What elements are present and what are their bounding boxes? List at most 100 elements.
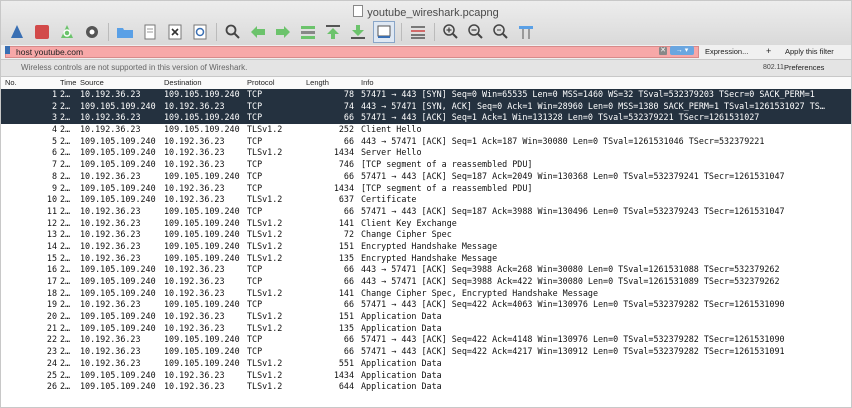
packet-time: 2… xyxy=(60,264,71,275)
packet-length: 72 xyxy=(343,229,354,240)
close-file-icon[interactable] xyxy=(165,22,185,42)
packet-protocol: TLSv1.2 xyxy=(247,357,283,368)
packet-info: 443 → 57471 [ACK] Seq=1 Ack=187 Win=3008… xyxy=(361,135,765,146)
packet-time: 2… xyxy=(60,205,71,216)
packet-length: 637 xyxy=(338,194,354,205)
packet-length: 66 xyxy=(343,135,354,146)
packet-protocol: TCP xyxy=(247,135,263,146)
bookmark-icon[interactable] xyxy=(5,46,10,54)
packet-row[interactable]: 5 2… 109.105.109.240 10.192.36.23 TCP 66 443 →… xyxy=(1,136,851,148)
packet-protocol: TCP xyxy=(247,264,263,275)
packet-row[interactable]: 14 2… 10.192.36.23 109.105.109.240 TLSv1.2 15… xyxy=(1,241,851,253)
packet-row[interactable]: 19 2… 10.192.36.23 109.105.109.240 TCP 66 5747… xyxy=(1,299,851,311)
packet-row[interactable]: 15 2… 10.192.36.23 109.105.109.240 TLSv1.2 13… xyxy=(1,253,851,265)
resize-columns-icon[interactable] xyxy=(516,22,536,42)
packet-row[interactable]: 4 2… 10.192.36.23 109.105.109.240 TLSv1.2 252… xyxy=(1,124,851,136)
packet-row[interactable]: 12 2… 10.192.36.23 109.105.109.240 TLSv1.2 14… xyxy=(1,218,851,230)
stop-icon[interactable] xyxy=(32,22,52,42)
packet-protocol: TLSv1.2 xyxy=(247,124,283,135)
packet-row[interactable]: 11 2… 10.192.36.23 109.105.109.240 TCP 66 5747… xyxy=(1,206,851,218)
packet-time: 2… xyxy=(60,170,71,181)
zoom-reset-icon[interactable] xyxy=(491,22,511,42)
packet-row[interactable]: 6 2… 109.105.109.240 10.192.36.23 TLSv1.2 143… xyxy=(1,147,851,159)
add-filter-button[interactable]: + xyxy=(766,45,771,58)
apply-arrow-icon[interactable]: → ▾ xyxy=(670,46,694,55)
packet-row[interactable]: 1 2… 10.192.36.23 109.105.109.240 TCP 78 57471… xyxy=(1,89,851,101)
column-header-source[interactable]: Source xyxy=(80,77,104,89)
packet-info: Encrypted Handshake Message xyxy=(361,252,498,263)
column-header-destination[interactable]: Destination xyxy=(164,77,202,89)
column-header-length[interactable]: Length xyxy=(306,77,329,89)
packet-row[interactable]: 18 2… 109.105.109.240 10.192.36.23 TLSv1.2 14… xyxy=(1,288,851,300)
packet-source: 109.105.109.240 xyxy=(80,100,156,111)
packet-destination: 109.105.109.240 xyxy=(164,357,240,368)
packet-length: 551 xyxy=(338,357,354,368)
packet-row[interactable]: 2 2… 109.105.109.240 10.192.36.23 TCP 74 443 →… xyxy=(1,100,851,113)
packet-row[interactable]: 23 2… 10.192.36.23 109.105.109.240 TCP 66 5747… xyxy=(1,346,851,358)
main-toolbar xyxy=(7,20,541,44)
packet-info: [TCP segment of a reassembled PDU] xyxy=(361,159,533,170)
packet-length: 141 xyxy=(338,217,354,228)
packet-row[interactable]: 17 2… 109.105.109.240 10.192.36.23 TCP 66 443 … xyxy=(1,276,851,288)
packet-row[interactable]: 21 2… 109.105.109.240 10.192.36.23 TLSv1.2 13… xyxy=(1,323,851,335)
search-icon[interactable] xyxy=(223,22,243,42)
packet-row[interactable]: 13 2… 10.192.36.23 109.105.109.240 TLSv1.2 72… xyxy=(1,229,851,241)
shark-fin-start-icon[interactable] xyxy=(7,22,27,42)
back-arrow-icon[interactable] xyxy=(248,22,268,42)
zoom-out-icon[interactable] xyxy=(466,22,486,42)
packet-row[interactable]: 9 2… 109.105.109.240 10.192.36.23 TCP 1434 [TC… xyxy=(1,183,851,195)
clear-filter-icon[interactable]: ✕ xyxy=(659,47,667,55)
packet-row[interactable]: 8 2… 10.192.36.23 109.105.109.240 TCP 66 57471… xyxy=(1,171,851,183)
autoscroll-icon[interactable] xyxy=(373,21,395,43)
display-filter-input[interactable]: host youtube.com xyxy=(5,46,699,58)
file-icon[interactable] xyxy=(140,22,160,42)
column-header-protocol[interactable]: Protocol xyxy=(247,77,275,89)
packet-protocol: TLSv1.2 xyxy=(247,229,283,240)
packet-no: 22 xyxy=(46,334,57,345)
expression-button[interactable]: Expression... xyxy=(705,45,748,58)
packet-time: 2… xyxy=(60,252,71,263)
packet-row[interactable]: 20 2… 109.105.109.240 10.192.36.23 TLSv1.2 15… xyxy=(1,311,851,323)
packet-row[interactable]: 25 2… 109.105.109.240 10.192.36.23 TLSv1.2 14… xyxy=(1,370,851,382)
packet-row[interactable]: 3 2… 10.192.36.23 109.105.109.240 TCP 66 57471… xyxy=(1,112,851,125)
packet-time: 2… xyxy=(60,299,71,310)
restart-icon[interactable] xyxy=(57,22,77,42)
packet-source: 10.192.36.23 xyxy=(80,170,141,181)
go-to-packet-icon[interactable] xyxy=(298,22,318,42)
zoom-in-icon[interactable] xyxy=(441,22,461,42)
packet-no: 14 xyxy=(46,240,57,251)
column-header-info[interactable]: Info xyxy=(361,77,374,89)
packet-row[interactable]: 22 2… 10.192.36.23 109.105.109.240 TCP 66 5747… xyxy=(1,334,851,346)
column-header-time[interactable]: Time xyxy=(60,77,76,89)
packet-row[interactable]: 7 2… 109.105.109.240 10.192.36.23 TCP 746 [TCP… xyxy=(1,159,851,171)
packet-length: 1434 xyxy=(333,369,354,380)
forward-arrow-icon[interactable] xyxy=(273,22,293,42)
packet-row[interactable]: 10 2… 109.105.109.240 10.192.36.23 TLSv1.2 63… xyxy=(1,194,851,206)
column-header-no[interactable]: No. xyxy=(5,77,17,89)
packet-length: 141 xyxy=(338,287,354,298)
packet-protocol: TCP xyxy=(247,346,263,357)
packet-row[interactable]: 24 2… 10.192.36.23 109.105.109.240 TLSv1.2 55… xyxy=(1,358,851,370)
packet-source: 10.192.36.23 xyxy=(80,217,141,228)
folder-open-icon[interactable] xyxy=(115,22,135,42)
colorize-icon[interactable] xyxy=(408,22,428,42)
packet-no: 20 xyxy=(46,311,57,322)
packet-row[interactable]: 26 2… 109.105.109.240 10.192.36.23 TLSv1.2 64… xyxy=(1,381,851,393)
gear-options-icon[interactable] xyxy=(82,22,102,42)
packet-source: 109.105.109.240 xyxy=(80,135,156,146)
wireless-preferences-button[interactable]: Preferences xyxy=(784,60,824,76)
packet-length: 66 xyxy=(343,264,354,275)
packet-destination: 109.105.109.240 xyxy=(164,217,240,228)
reload-icon[interactable] xyxy=(190,22,210,42)
apply-filter-button[interactable]: Apply this filter xyxy=(785,45,834,58)
first-packet-icon[interactable] xyxy=(323,22,343,42)
packet-info: Client Key Exchange xyxy=(361,217,457,228)
packet-source: 109.105.109.240 xyxy=(80,276,156,286)
packet-row[interactable]: 16 2… 109.105.109.240 10.192.36.23 TCP 66 443 … xyxy=(1,264,851,276)
packet-time: 2… xyxy=(60,135,71,146)
wireshark-window: youtube_wireshark.pcapng host youtube.co… xyxy=(0,0,852,408)
packet-destination: 10.192.36.23 xyxy=(164,322,225,333)
packet-time: 2… xyxy=(60,112,71,123)
last-packet-icon[interactable] xyxy=(348,22,368,42)
packet-destination: 10.192.36.23 xyxy=(164,147,225,158)
